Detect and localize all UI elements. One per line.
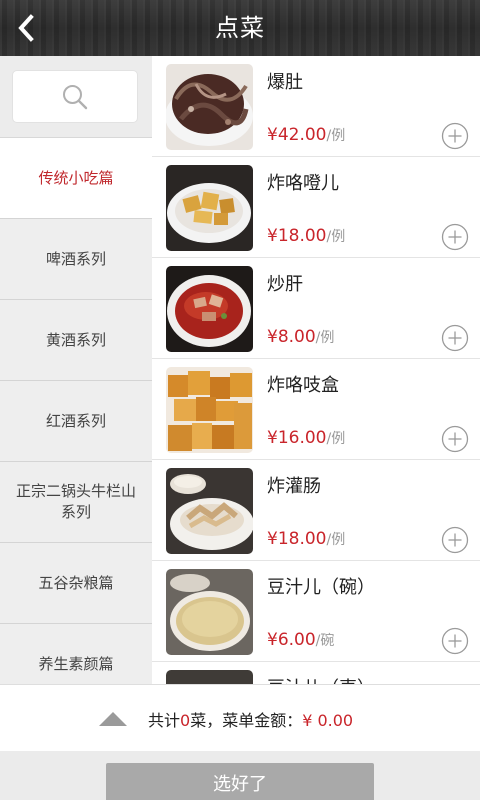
dish-name: 炸咯噔儿	[267, 173, 339, 194]
add-icon[interactable]	[441, 122, 469, 150]
dish-name: 炒肝	[267, 274, 303, 295]
dish-photo	[166, 468, 253, 554]
category-item-grains[interactable]: 五谷杂粮篇	[0, 543, 152, 624]
category-item-red-wine[interactable]: 红酒系列	[0, 381, 152, 462]
dish-price: ¥42.00/例	[267, 125, 346, 145]
dish-price: ¥18.00/例	[267, 529, 346, 549]
dish-unit: /例	[315, 330, 335, 346]
category-item-yellow-wine[interactable]: 黄酒系列	[0, 300, 152, 381]
confirm-selection-button[interactable]: 选好了	[106, 763, 374, 800]
category-label: 红酒系列	[45, 411, 106, 430]
dish-unit: /碗	[315, 633, 335, 649]
category-label: 五谷杂粮篇	[38, 573, 114, 592]
add-icon[interactable]	[441, 324, 469, 352]
category-label: 传统小吃篇	[38, 168, 114, 187]
dish-name: 豆汁儿（壶）	[267, 674, 375, 684]
dish-name: 豆汁儿（碗）	[267, 577, 375, 598]
category-item-beer[interactable]: 啤酒系列	[0, 219, 152, 300]
search-area	[0, 56, 152, 138]
category-item-erguotou[interactable]: 正宗二锅头牛栏山系列	[0, 462, 152, 543]
dish-price: ¥16.00/例	[267, 428, 346, 448]
dish-photo	[166, 165, 253, 251]
dish-photo	[166, 569, 253, 655]
dish-unit: /例	[326, 128, 346, 144]
category-label: 养生素颜篇	[38, 654, 114, 673]
list-item[interactable]: 爆肚 ¥42.00/例	[152, 56, 480, 157]
add-icon[interactable]	[441, 425, 469, 453]
dish-price: ¥18.00/例	[267, 226, 346, 246]
dish-price: ¥6.00/碗	[267, 630, 335, 650]
category-label: 黄酒系列	[45, 330, 106, 349]
add-icon[interactable]	[441, 627, 469, 655]
list-item[interactable]: 豆汁儿（壶）	[152, 662, 480, 684]
list-item[interactable]: 炸咯吱盒 ¥16.00/例	[152, 359, 480, 460]
category-label: 正宗二锅头牛栏山系列	[15, 482, 136, 521]
order-summary-text: 共计0菜，菜单金额：¥ 0.00	[148, 711, 354, 730]
category-list: 传统小吃篇 啤酒系列 黄酒系列 红酒系列 正宗二锅头牛栏山系列 五谷杂粮篇 养生…	[0, 138, 152, 684]
title-bar: 点菜	[0, 0, 480, 56]
dish-photo	[166, 367, 253, 453]
dish-name: 炸灌肠	[267, 476, 321, 497]
order-summary-bar: 共计0菜，菜单金额：¥ 0.00	[0, 684, 480, 751]
add-icon[interactable]	[441, 223, 469, 251]
dish-name: 爆肚	[267, 72, 303, 93]
list-item[interactable]: 炸灌肠 ¥18.00/例	[152, 460, 480, 561]
dish-price: ¥8.00/例	[267, 327, 335, 347]
dish-unit: /例	[326, 431, 346, 447]
category-label: 啤酒系列	[45, 249, 106, 268]
search-button[interactable]	[12, 70, 138, 123]
bottom-action-area: 选好了	[0, 751, 480, 800]
total-amount: ¥ 0.00	[302, 711, 354, 730]
dish-name: 炸咯吱盒	[267, 375, 339, 396]
list-item[interactable]: 炒肝 ¥8.00/例	[152, 258, 480, 359]
list-item[interactable]: 豆汁儿（碗） ¥6.00/碗	[152, 561, 480, 662]
dish-photo	[166, 266, 253, 352]
category-item-healthy-vegetarian[interactable]: 养生素颜篇	[0, 624, 152, 684]
category-sidebar: 传统小吃篇 啤酒系列 黄酒系列 红酒系列 正宗二锅头牛栏山系列 五谷杂粮篇 养生…	[0, 56, 152, 684]
dish-unit: /例	[326, 532, 346, 548]
page-title: 点菜	[215, 14, 265, 42]
category-item-traditional-snacks[interactable]: 传统小吃篇	[0, 138, 152, 219]
dish-unit: /例	[326, 229, 346, 245]
dish-count: 0	[180, 711, 191, 730]
add-icon[interactable]	[441, 526, 469, 554]
triangle-up-icon[interactable]	[99, 712, 127, 726]
list-item[interactable]: 炸咯噔儿 ¥18.00/例	[152, 157, 480, 258]
search-icon	[63, 84, 88, 109]
dish-photo	[166, 670, 253, 684]
dish-list: 爆肚 ¥42.00/例 炸咯噔儿 ¥18.00/例 炒肝 ¥8.00/例 炸咯吱…	[152, 56, 480, 684]
dish-photo	[166, 64, 253, 150]
